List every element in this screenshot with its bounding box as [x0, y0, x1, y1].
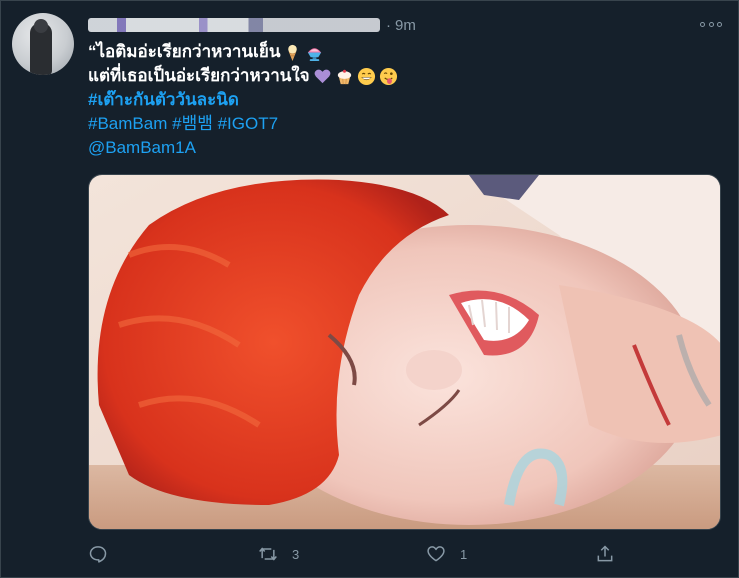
share-action[interactable]	[595, 544, 615, 564]
tweet-line-2: แต่ที่เธอเป็นอ่ะเรียกว่าหวานใจ	[88, 64, 718, 88]
hashtag-link-korean[interactable]: #뱀뱀	[172, 112, 213, 136]
tweet-image[interactable]	[88, 174, 721, 530]
blurred-user-name[interactable]	[88, 18, 380, 32]
tweet-header: · 9m	[88, 14, 416, 36]
retweet-icon	[259, 547, 277, 561]
avatar[interactable]	[12, 13, 74, 75]
reply-action[interactable]	[88, 544, 122, 564]
tweet-line-2-text: แต่ที่เธอเป็นอ่ะเรียกว่าหวานใจ	[88, 66, 310, 85]
winking-tongue-face-icon	[379, 67, 397, 85]
retweet-count: 3	[292, 546, 300, 562]
hashtag-link-igot7[interactable]: #IGOT7	[218, 112, 278, 136]
mention-link[interactable]: @BamBam1A	[88, 136, 196, 160]
heart-icon	[427, 546, 445, 562]
like-action[interactable]: 1	[426, 544, 467, 564]
purple-heart-icon	[314, 69, 331, 83]
avatar-head	[34, 19, 48, 33]
share-icon	[597, 545, 613, 562]
separator-dot: ·	[386, 16, 391, 34]
tweet-photo	[89, 175, 720, 529]
retweet-action[interactable]: 3	[258, 544, 299, 564]
tweet-line-5: @BamBam1A	[88, 136, 718, 160]
tweet-line-1: “ไอติมอ่ะเรียกว่าหวานเย็น	[88, 40, 718, 64]
ice-cream-cone-icon	[288, 44, 298, 61]
like-count: 1	[460, 546, 468, 562]
tweet-text: “ไอติมอ่ะเรียกว่าหวานเย็น แต่ที่เธอเป็นอ…	[88, 40, 718, 160]
cupcake-icon	[337, 69, 351, 84]
tweet-line-3: #เต๊าะกันตัววันละนิด	[88, 88, 718, 112]
more-options-icon[interactable]	[700, 16, 722, 32]
grinning-face-icon	[357, 67, 375, 85]
tweet-line-1-text: “ไอติมอ่ะเรียกว่าหวานเย็น	[88, 42, 281, 61]
hashtag-link-bambam[interactable]: #BamBam	[88, 112, 167, 136]
hashtag-thai-link[interactable]: #เต๊าะกันตัววันละนิด	[88, 88, 239, 112]
tweet-actions: 3 1	[88, 540, 721, 570]
shaved-ice-icon	[308, 47, 322, 61]
tweet-line-4: #BamBam #뱀뱀 #IGOT7	[88, 112, 718, 136]
tweet-time[interactable]: 9m	[395, 17, 416, 34]
reply-icon	[89, 546, 107, 563]
